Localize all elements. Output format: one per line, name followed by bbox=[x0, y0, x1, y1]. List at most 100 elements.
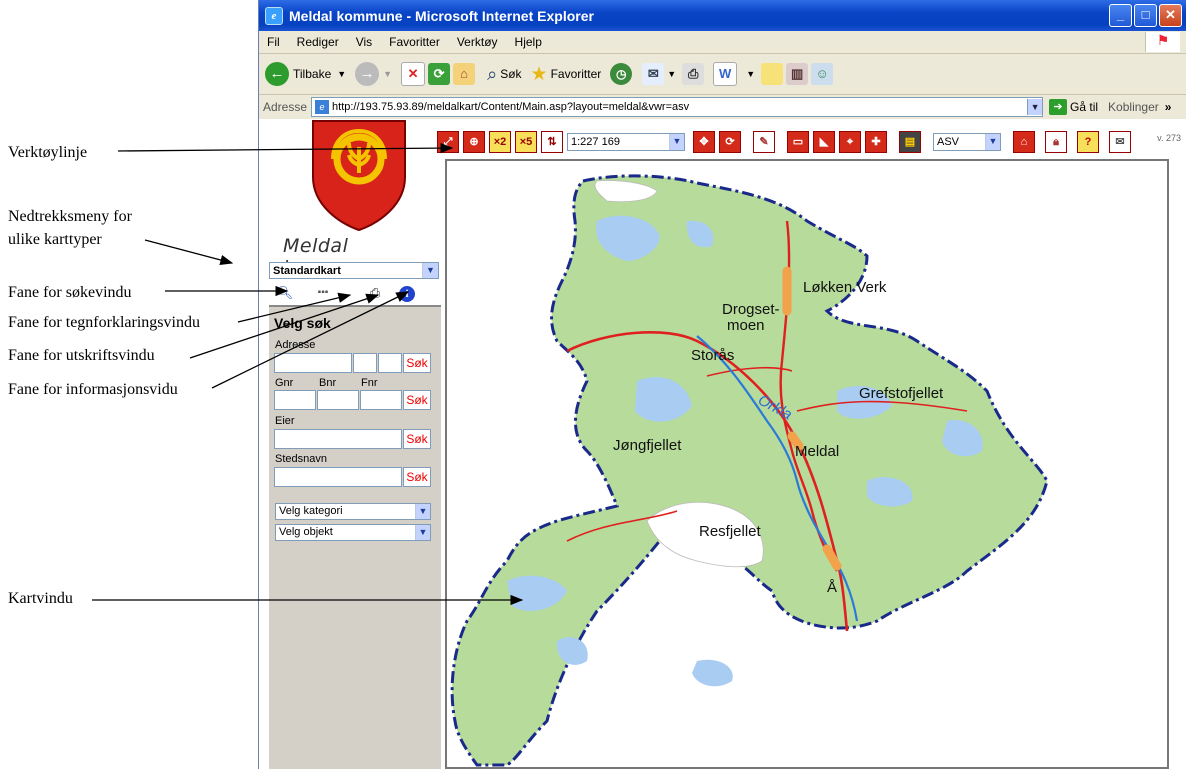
address-dropdown-icon[interactable]: ▼ bbox=[1027, 99, 1043, 115]
scale-icon[interactable]: ⇅ bbox=[541, 131, 563, 153]
menu-favorites[interactable]: Favoritter bbox=[389, 35, 440, 49]
gab-icon[interactable]: ⌂ bbox=[1013, 131, 1035, 153]
point-info-icon[interactable]: ✚ bbox=[865, 131, 887, 153]
chevron-down-icon[interactable]: ▼ bbox=[415, 504, 430, 519]
map-label-jongfjellet: Jøngfjellet bbox=[613, 437, 682, 454]
bnr-label: Bnr bbox=[319, 377, 337, 389]
category-value: Velg kategori bbox=[279, 505, 343, 517]
address-search-button[interactable]: Søk bbox=[403, 353, 431, 373]
menu-view[interactable]: Vis bbox=[356, 35, 372, 49]
tab-search-icon[interactable]: 🔍︎ bbox=[269, 282, 301, 304]
bnr-input[interactable] bbox=[317, 390, 359, 410]
municipality-map[interactable] bbox=[447, 161, 1167, 767]
print-icon[interactable]: ⎙ bbox=[682, 63, 705, 85]
menu-help[interactable]: Hjelp bbox=[515, 35, 542, 49]
search-button[interactable]: ⌕ Søk bbox=[487, 64, 521, 85]
back-dropdown-icon[interactable]: ▼ bbox=[337, 69, 346, 79]
chevron-down-icon[interactable]: ▼ bbox=[415, 525, 430, 540]
annotation-search-tab: Fane for søkevindu bbox=[8, 284, 132, 301]
windows-logo-icon: ⚑ bbox=[1145, 32, 1180, 52]
address-letter-input[interactable] bbox=[378, 353, 402, 373]
owner-input[interactable] bbox=[274, 429, 402, 449]
place-name-input[interactable] bbox=[274, 467, 402, 487]
address-field-label: Adresse bbox=[275, 339, 316, 351]
map-label-drogset: Drogset- bbox=[722, 301, 780, 318]
area-icon[interactable]: ▭ bbox=[787, 131, 809, 153]
address-street-input[interactable] bbox=[274, 353, 352, 373]
chevron-down-icon[interactable]: ▼ bbox=[669, 134, 684, 150]
category-select[interactable]: Velg kategori ▼ bbox=[275, 503, 431, 520]
annotation-maptype-line2: ulike karttyper bbox=[8, 231, 102, 248]
map-type-select[interactable]: Standardkart ▼ bbox=[269, 262, 439, 279]
mail-icon[interactable]: ✉ bbox=[642, 63, 665, 85]
layout-select[interactable]: ASV ▼ bbox=[933, 133, 1001, 151]
sidebar: Meldal kommune Standardkart ▼ 🔍︎ ▪▪▪ ⎙ i… bbox=[269, 119, 441, 769]
maximize-icon[interactable]: □ bbox=[1134, 4, 1157, 27]
messenger-icon[interactable]: ☺ bbox=[811, 63, 834, 85]
full-extent-icon[interactable]: ⤢ bbox=[437, 131, 459, 153]
address-input[interactable]: e http://193.75.93.89/meldalkart/Content… bbox=[311, 97, 1044, 117]
tab-print-icon[interactable]: ⎙ bbox=[359, 282, 391, 304]
ie-icon: e bbox=[265, 6, 283, 25]
back-button[interactable]: ← Tilbake ▼ bbox=[265, 62, 346, 86]
mail-dropdown-icon[interactable]: ▼ bbox=[667, 69, 676, 79]
profile-icon[interactable]: ◣ bbox=[813, 131, 835, 153]
map-window[interactable]: Løkken Verk Drogset- moen Storås Grefsto… bbox=[445, 159, 1169, 769]
star-icon: ★ bbox=[530, 63, 548, 85]
home-icon[interactable]: ⌂ bbox=[453, 63, 476, 85]
chevron-down-icon[interactable]: ▼ bbox=[985, 134, 1000, 150]
stop-icon[interactable]: ✕ bbox=[401, 62, 426, 86]
annotation-legend-tab: Fane for tegnforklaringsvindu bbox=[8, 314, 200, 331]
forward-button[interactable]: → ▼ bbox=[355, 62, 392, 86]
zoom-box-icon[interactable]: ⊕ bbox=[463, 131, 485, 153]
measure-icon[interactable]: ✎ bbox=[753, 131, 775, 153]
annotation-info-tab: Fane for informasjonsvidu bbox=[8, 381, 178, 398]
pan-icon[interactable]: ✥ bbox=[693, 131, 715, 153]
menu-file[interactable]: Fil bbox=[267, 35, 280, 49]
place-search-button[interactable]: Søk bbox=[403, 467, 431, 487]
help-icon[interactable]: ? bbox=[1077, 131, 1099, 153]
chevron-down-icon[interactable]: ▼ bbox=[422, 263, 438, 278]
chevron-right-icon[interactable]: » bbox=[1165, 100, 1172, 114]
gnr-input[interactable] bbox=[274, 390, 316, 410]
database-icon[interactable]: ▤ bbox=[899, 131, 921, 153]
fnr-input[interactable] bbox=[360, 390, 402, 410]
go-button[interactable]: Gå til bbox=[1070, 100, 1098, 114]
discuss-icon[interactable] bbox=[761, 63, 784, 85]
edit-dropdown-icon[interactable]: ▼ bbox=[746, 69, 755, 79]
menu-tools[interactable]: Verktøy bbox=[457, 35, 498, 49]
history-icon[interactable]: ◷ bbox=[610, 63, 633, 85]
favorites-label: Favoritter bbox=[550, 67, 602, 81]
menu-edit[interactable]: Rediger bbox=[297, 35, 339, 49]
forward-dropdown-icon[interactable]: ▼ bbox=[383, 69, 392, 79]
property-search-button[interactable]: Søk bbox=[403, 390, 431, 410]
research-icon[interactable]: ▥ bbox=[786, 63, 809, 85]
zoom-in-2x-icon[interactable]: ×2 bbox=[489, 131, 511, 153]
object-select[interactable]: Velg objekt ▼ bbox=[275, 524, 431, 541]
redraw-icon[interactable]: ⟳ bbox=[719, 131, 741, 153]
close-icon[interactable]: ✕ bbox=[1159, 4, 1182, 27]
tab-info-icon[interactable]: i bbox=[391, 282, 423, 304]
map-label-meldal: Meldal bbox=[795, 443, 840, 460]
address-number-input[interactable] bbox=[353, 353, 377, 373]
owner-label: Eier bbox=[275, 415, 295, 427]
edit-icon[interactable]: W bbox=[713, 62, 738, 86]
lock-icon[interactable]: 🔒︎ bbox=[1045, 131, 1067, 153]
minimize-icon[interactable]: _ bbox=[1109, 4, 1132, 27]
municipality-area bbox=[450, 174, 1049, 767]
object-value: Velg objekt bbox=[279, 526, 333, 538]
coordinate-icon[interactable]: ⌖ bbox=[839, 131, 861, 153]
gnr-label: Gnr bbox=[275, 377, 294, 389]
zoom-out-5x-icon[interactable]: ×5 bbox=[515, 131, 537, 153]
go-arrow-icon[interactable]: ➔ bbox=[1049, 99, 1068, 115]
magnifier-icon: ⌕ bbox=[487, 63, 498, 84]
version-label: v. 273 bbox=[1157, 133, 1181, 143]
map-type-value: Standardkart bbox=[273, 265, 341, 277]
email-icon[interactable]: ✉ bbox=[1109, 131, 1131, 153]
favorites-button[interactable]: ★ Favoritter bbox=[531, 63, 602, 86]
tab-legend-icon[interactable]: ▪▪▪ bbox=[307, 282, 339, 304]
scale-select[interactable]: 1:227 169 ▼ bbox=[567, 133, 685, 151]
refresh-icon[interactable]: ⟳ bbox=[428, 63, 451, 85]
owner-search-button[interactable]: Søk bbox=[403, 429, 431, 449]
links-button[interactable]: Koblinger bbox=[1108, 100, 1159, 114]
